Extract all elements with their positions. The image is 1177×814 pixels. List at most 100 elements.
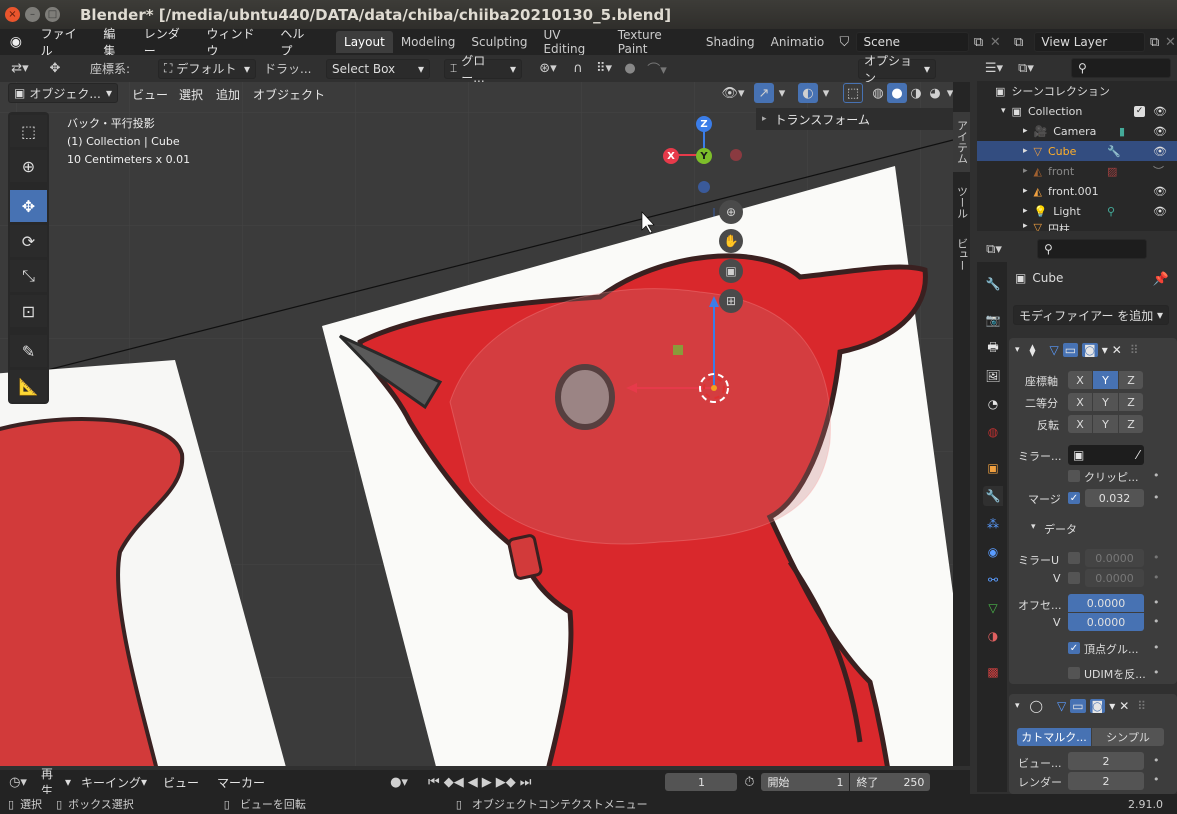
remove-modifier-icon[interactable]: ✕	[1112, 343, 1122, 357]
tool-properties-icon[interactable]: 🔧	[983, 274, 1003, 294]
keyframe-dot-icon[interactable]: •	[1153, 773, 1160, 786]
cursor-tool-icon[interactable]: ⊕	[10, 150, 47, 182]
outliner-row-collection[interactable]: ▾ ▣ Collection ✓ 👁	[977, 101, 1177, 121]
frame-end-field[interactable]: 終了 250	[850, 773, 931, 791]
vertex-groups-checkbox[interactable]: ✓	[1068, 642, 1080, 654]
delete-viewlayer-icon[interactable]: ✕	[1164, 35, 1177, 50]
coordinate-system-dropdown[interactable]: ⛶ デフォルト ▾	[158, 58, 256, 79]
keying-dropdown[interactable]: キーイング ▾	[76, 772, 154, 792]
scale-tool-icon[interactable]: ⤡	[10, 260, 47, 292]
flip-x-toggle[interactable]: X	[1068, 415, 1092, 433]
tab-animation[interactable]: Animatio	[763, 31, 833, 53]
move-tool-icon[interactable]: ✥	[10, 190, 47, 222]
pin-icon[interactable]: 📌	[1153, 271, 1169, 287]
falloff-icon[interactable]: ⌒▾	[642, 59, 672, 78]
timeline-menu-marker[interactable]: マーカー	[208, 774, 274, 791]
current-frame-field[interactable]: 1	[665, 773, 738, 791]
overlay-toggle-icon[interactable]: ◐	[798, 83, 818, 103]
material-shading-icon[interactable]: ◑	[906, 83, 926, 103]
keyframe-dot-icon[interactable]: •	[1153, 754, 1160, 767]
scene-name-field[interactable]: Scene	[856, 32, 970, 52]
view-layer-properties-icon[interactable]: 🖼	[983, 366, 1003, 386]
axis-z-toggle[interactable]: Z	[1119, 371, 1143, 389]
drag-handle-icon[interactable]: ⠿	[1137, 699, 1146, 713]
properties-search-input[interactable]: ⚲	[1037, 239, 1147, 259]
editor-type-icon[interactable]: ☰▾	[977, 61, 1011, 76]
proportional-editing-icon[interactable]: ●	[618, 61, 642, 76]
scene-properties-icon[interactable]: ◔	[983, 394, 1003, 414]
play-reverse-icon[interactable]: ◀	[468, 775, 478, 790]
eye-icon[interactable]: 👁	[1153, 125, 1167, 138]
pivot-point-icon[interactable]: ⊛▾	[530, 61, 566, 76]
constraint-properties-icon[interactable]: ⚯	[983, 570, 1003, 590]
texture-properties-icon[interactable]: ▩	[983, 662, 1003, 682]
tab-layout[interactable]: Layout	[336, 31, 393, 53]
transform-tool-icon[interactable]: ⊡	[10, 295, 47, 327]
merge-checkbox[interactable]: ✓	[1068, 492, 1080, 504]
select-box-tool-icon[interactable]: ⬚	[10, 115, 47, 147]
bisect-z-toggle[interactable]: Z	[1119, 393, 1143, 411]
prev-keyframe-icon[interactable]: ◆◀	[444, 775, 464, 790]
transform-panel-header[interactable]: ▸ トランスフォーム	[756, 108, 953, 130]
zoom-icon[interactable]: ⊕	[719, 200, 743, 224]
perspective-toggle-icon[interactable]: ⊞	[719, 289, 743, 313]
chevron-down-icon[interactable]: ▾	[1109, 699, 1115, 713]
add-modifier-dropdown[interactable]: モディファイアー を追加 ▾	[1013, 305, 1169, 325]
data-section-title[interactable]: データ	[1044, 521, 1077, 537]
jump-start-icon[interactable]: ⏮	[428, 775, 440, 790]
jump-end-icon[interactable]: ⏭	[520, 775, 532, 790]
tab-uv-editing[interactable]: UV Editing	[535, 28, 609, 56]
orientation-dropdown[interactable]: ⌶ グロー... ▾	[444, 54, 522, 85]
chevron-down-icon[interactable]: ▾	[775, 83, 789, 103]
tab-sculpting[interactable]: Sculpting	[463, 31, 535, 53]
mirror-object-field[interactable]: ▣ ⁄	[1068, 445, 1144, 465]
gizmo-toggle-icon[interactable]: ↗	[754, 83, 774, 103]
3d-viewport[interactable]: Z Y X ⊕ ✋ ▣ ⊞ ▣ オブジェク... ▾ ビュー 選択 追加 オブジェク…	[0, 82, 953, 766]
keyframe-dot-icon[interactable]: •	[1153, 469, 1160, 482]
tab-modeling[interactable]: Modeling	[393, 31, 464, 53]
frame-start-field[interactable]: 開始 1	[761, 773, 850, 791]
pan-hand-icon[interactable]: ✋	[719, 229, 743, 253]
rendered-shading-icon[interactable]: ◕	[925, 83, 945, 103]
playback-dropdown[interactable]: 再生 ▾	[36, 767, 76, 798]
tab-view[interactable]: ビュー	[953, 232, 970, 276]
subdivision-modifier-header[interactable]: ▾ ◯ ▽ ▭ ◙ ▾ ✕ ⠿	[1009, 694, 1177, 718]
editor-type-icon[interactable]: ⧉▾	[977, 242, 1011, 257]
timeline-editor-icon[interactable]: ◷▾	[0, 775, 36, 790]
visibility-eye-icon[interactable]: 👁▾	[718, 83, 748, 103]
levels-viewport-field[interactable]: 2	[1068, 752, 1144, 770]
mirror-u-offset-field[interactable]: 0.0000	[1085, 549, 1144, 567]
menu-window[interactable]: ウィンドウ	[198, 25, 272, 59]
auto-keying-icon[interactable]: ●▾	[384, 775, 414, 790]
axis-y-toggle[interactable]: Y	[1093, 371, 1118, 389]
viewport-menu-select[interactable]: 選択	[170, 86, 212, 103]
outliner-scene-collection[interactable]: ▣ シーンコレクション	[977, 81, 1177, 101]
outliner-search-input[interactable]: ⚲	[1071, 58, 1171, 78]
offset-v-field[interactable]: 0.0000	[1068, 613, 1144, 631]
annotate-tool-icon[interactable]: ✎	[10, 335, 47, 367]
options-dropdown[interactable]: オプション ▾	[858, 54, 936, 85]
tab-shading[interactable]: Shading	[698, 31, 763, 53]
output-properties-icon[interactable]: 🖶	[983, 338, 1003, 358]
menu-render[interactable]: レンダー	[135, 25, 198, 59]
exclude-checkbox[interactable]: ✓	[1134, 105, 1145, 117]
nav-gizmo-neg-z[interactable]	[698, 181, 710, 193]
eye-icon[interactable]: 👁	[1153, 145, 1167, 158]
merge-distance-field[interactable]: 0.032	[1085, 489, 1144, 507]
menu-file[interactable]: ファイル	[32, 25, 95, 59]
wireframe-shading-icon[interactable]: ◍	[868, 83, 888, 103]
tab-item[interactable]: アイテム	[953, 112, 970, 172]
outliner-row-front001[interactable]: ▸ ◭ front.001 👁	[977, 181, 1177, 201]
eye-icon[interactable]: 👁	[1153, 205, 1167, 218]
move-tool-icon[interactable]: ✥	[40, 61, 70, 76]
keyframe-dot-icon[interactable]: •	[1153, 491, 1160, 504]
keyframe-dot-icon[interactable]: •	[1153, 615, 1160, 628]
tab-texture-paint[interactable]: Texture Paint	[610, 28, 698, 56]
nav-gizmo-y[interactable]: Y	[696, 148, 712, 164]
play-icon[interactable]: ▶	[482, 775, 492, 790]
menu-edit[interactable]: 編集	[94, 25, 134, 59]
chevron-down-icon[interactable]: ▾	[945, 83, 953, 103]
rotate-tool-icon[interactable]: ⟳	[10, 225, 47, 257]
camera-view-icon[interactable]: ▣	[719, 259, 743, 283]
keyframe-dot-icon[interactable]: •	[1153, 596, 1160, 609]
